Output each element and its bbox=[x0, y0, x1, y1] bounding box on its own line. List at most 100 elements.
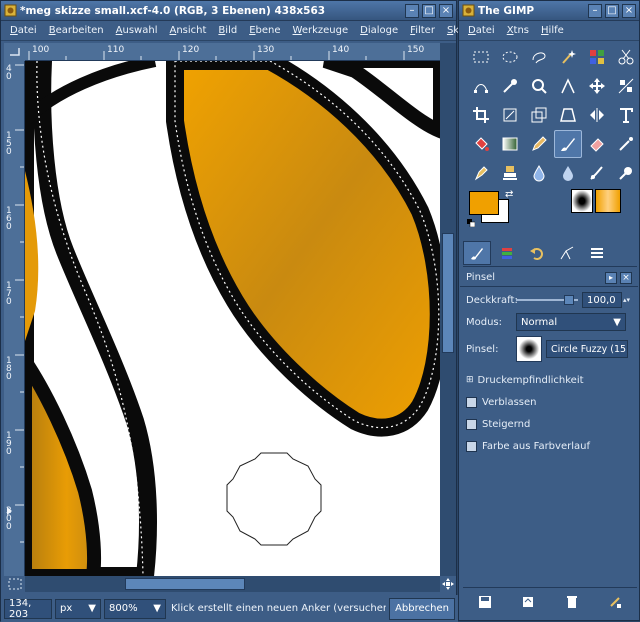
active-gradient-preview[interactable] bbox=[595, 189, 621, 213]
menu-bild[interactable]: Bild bbox=[213, 25, 244, 36]
panel-menu-button[interactable]: ▸ bbox=[605, 271, 617, 284]
image-canvas[interactable] bbox=[25, 61, 440, 576]
eraser-tool[interactable] bbox=[583, 130, 611, 158]
clone-tool[interactable] bbox=[496, 159, 524, 187]
align-tool[interactable] bbox=[612, 72, 640, 100]
horizontal-scrollbar[interactable] bbox=[25, 576, 440, 592]
image-window-titlebar[interactable]: *meg skizze small.xcf-4.0 (RGB, 3 Ebenen… bbox=[1, 1, 456, 21]
minimize-button[interactable]: – bbox=[588, 3, 602, 18]
smudge-tool[interactable] bbox=[583, 159, 611, 187]
menu-datei[interactable]: Datei bbox=[463, 25, 502, 36]
pencil-tool[interactable] bbox=[525, 130, 553, 158]
scale-tool[interactable] bbox=[525, 101, 553, 129]
free-select-tool[interactable] bbox=[525, 43, 553, 71]
opacity-spin-icon[interactable]: ▴▾ bbox=[623, 296, 630, 304]
magnify-tool[interactable] bbox=[525, 72, 553, 100]
tab-layers[interactable] bbox=[493, 241, 521, 265]
cancel-button[interactable]: Abbrechen bbox=[389, 597, 455, 620]
gradient-color-checkbox[interactable] bbox=[466, 440, 477, 452]
active-brush-preview[interactable] bbox=[571, 189, 593, 213]
pressure-expander[interactable]: ⊞ Druckempfindlichkeit bbox=[460, 369, 638, 391]
rect-select-tool[interactable] bbox=[467, 43, 495, 71]
bucket-fill-tool[interactable] bbox=[467, 130, 495, 158]
ink-tool[interactable] bbox=[467, 159, 495, 187]
paintbrush-tool[interactable] bbox=[554, 130, 582, 158]
brush-preview-button[interactable] bbox=[516, 336, 542, 362]
opacity-row: Deckkraft: 100,0 ▴▾ bbox=[460, 289, 638, 311]
blend-tool[interactable] bbox=[496, 130, 524, 158]
menu-dialoge[interactable]: Dialoge bbox=[355, 25, 405, 36]
zoom-select[interactable]: 800% ▼ bbox=[104, 598, 166, 619]
reset-options-button[interactable] bbox=[601, 590, 629, 614]
fuzzy-select-tool[interactable] bbox=[554, 43, 582, 71]
vertical-scrollbar[interactable] bbox=[440, 43, 456, 576]
menu-xtns[interactable]: Xtns bbox=[502, 25, 536, 36]
perspective-tool[interactable] bbox=[554, 101, 582, 129]
rotate-tool[interactable] bbox=[496, 101, 524, 129]
navigate-icon[interactable] bbox=[440, 576, 456, 592]
dodge-burn-tool[interactable] bbox=[612, 159, 640, 187]
text-tool[interactable] bbox=[612, 101, 640, 129]
swap-colors-icon[interactable]: ⇄ bbox=[505, 189, 513, 200]
tab-tool-options[interactable] bbox=[463, 241, 491, 265]
tab-undo-history[interactable] bbox=[523, 241, 551, 265]
incremental-checkbox[interactable] bbox=[466, 418, 477, 430]
default-colors-icon[interactable] bbox=[467, 219, 476, 228]
paths-tool[interactable] bbox=[467, 72, 495, 100]
unit-value: px bbox=[60, 603, 73, 614]
close-button[interactable]: × bbox=[439, 3, 453, 18]
minimize-button[interactable]: – bbox=[405, 3, 419, 18]
maximize-button[interactable]: □ bbox=[605, 3, 619, 18]
menu-hilfe[interactable]: Hilfe bbox=[536, 25, 571, 36]
menu-bearbeiten[interactable]: Bearbeiten bbox=[44, 25, 111, 36]
tab-paths[interactable] bbox=[553, 241, 581, 265]
color-picker-tool[interactable] bbox=[496, 72, 524, 100]
restore-options-button[interactable] bbox=[514, 590, 542, 614]
ruler-corner-button[interactable] bbox=[4, 43, 25, 61]
maximize-button[interactable]: □ bbox=[422, 3, 436, 18]
opacity-slider[interactable] bbox=[516, 295, 578, 305]
save-options-button[interactable] bbox=[471, 590, 499, 614]
horizontal-scroll-thumb[interactable] bbox=[125, 578, 245, 590]
menu-ebene[interactable]: Ebene bbox=[244, 25, 287, 36]
delete-options-button[interactable] bbox=[558, 590, 586, 614]
fade-checkbox-row[interactable]: Verblassen bbox=[460, 391, 638, 413]
opacity-value[interactable]: 100,0 bbox=[582, 292, 622, 308]
unit-select[interactable]: px ▼ bbox=[55, 598, 101, 619]
quick-mask-toggle[interactable] bbox=[4, 576, 25, 592]
tab-brushes[interactable] bbox=[583, 241, 611, 265]
mode-select[interactable]: Normal ▼ bbox=[516, 313, 626, 331]
menu-filter[interactable]: Filter bbox=[405, 25, 442, 36]
incremental-checkbox-row[interactable]: Steigernd bbox=[460, 413, 638, 435]
ruler-h-label: 150 bbox=[407, 45, 425, 55]
gradient-color-checkbox-row[interactable]: Farbe aus Farbverlauf bbox=[460, 435, 638, 457]
menu-auswahl[interactable]: Auswahl bbox=[111, 25, 165, 36]
vertical-scroll-thumb[interactable] bbox=[442, 233, 454, 353]
flip-tool[interactable] bbox=[583, 101, 611, 129]
toolbox-titlebar[interactable]: The GIMP – □ × bbox=[459, 1, 639, 21]
menu-datei[interactable]: Datei bbox=[5, 25, 44, 36]
airbrush-tool[interactable] bbox=[612, 130, 640, 158]
scissors-tool[interactable] bbox=[612, 43, 640, 71]
move-tool[interactable] bbox=[583, 72, 611, 100]
zoom-value: 800% bbox=[109, 603, 138, 614]
ellipse-select-tool[interactable] bbox=[496, 43, 524, 71]
panel-close-button[interactable]: × bbox=[620, 271, 632, 284]
horizontal-ruler[interactable]: 100 110 120 130 140 150 bbox=[25, 43, 440, 61]
image-menubar: Datei Bearbeiten Auswahl Ansicht Bild Eb… bbox=[1, 21, 491, 41]
measure-tool[interactable] bbox=[554, 72, 582, 100]
fade-checkbox[interactable] bbox=[466, 396, 477, 408]
blur-sharpen-tool[interactable] bbox=[554, 159, 582, 187]
crop-tool[interactable] bbox=[467, 101, 495, 129]
gimp-app-icon bbox=[462, 4, 475, 17]
foreground-color-swatch[interactable] bbox=[469, 191, 499, 215]
close-button[interactable]: × bbox=[622, 3, 636, 18]
select-by-color-tool[interactable] bbox=[583, 43, 611, 71]
vertical-ruler[interactable]: 40 150 160 170 180 190 200 bbox=[4, 61, 25, 576]
menu-ansicht[interactable]: Ansicht bbox=[164, 25, 213, 36]
ruler-v-label: 180 bbox=[6, 356, 12, 382]
ruler-v-label: 190 bbox=[6, 431, 12, 457]
color-area: ⇄ bbox=[467, 189, 639, 235]
menu-werkzeuge[interactable]: Werkzeuge bbox=[288, 25, 356, 36]
heal-tool[interactable] bbox=[525, 159, 553, 187]
